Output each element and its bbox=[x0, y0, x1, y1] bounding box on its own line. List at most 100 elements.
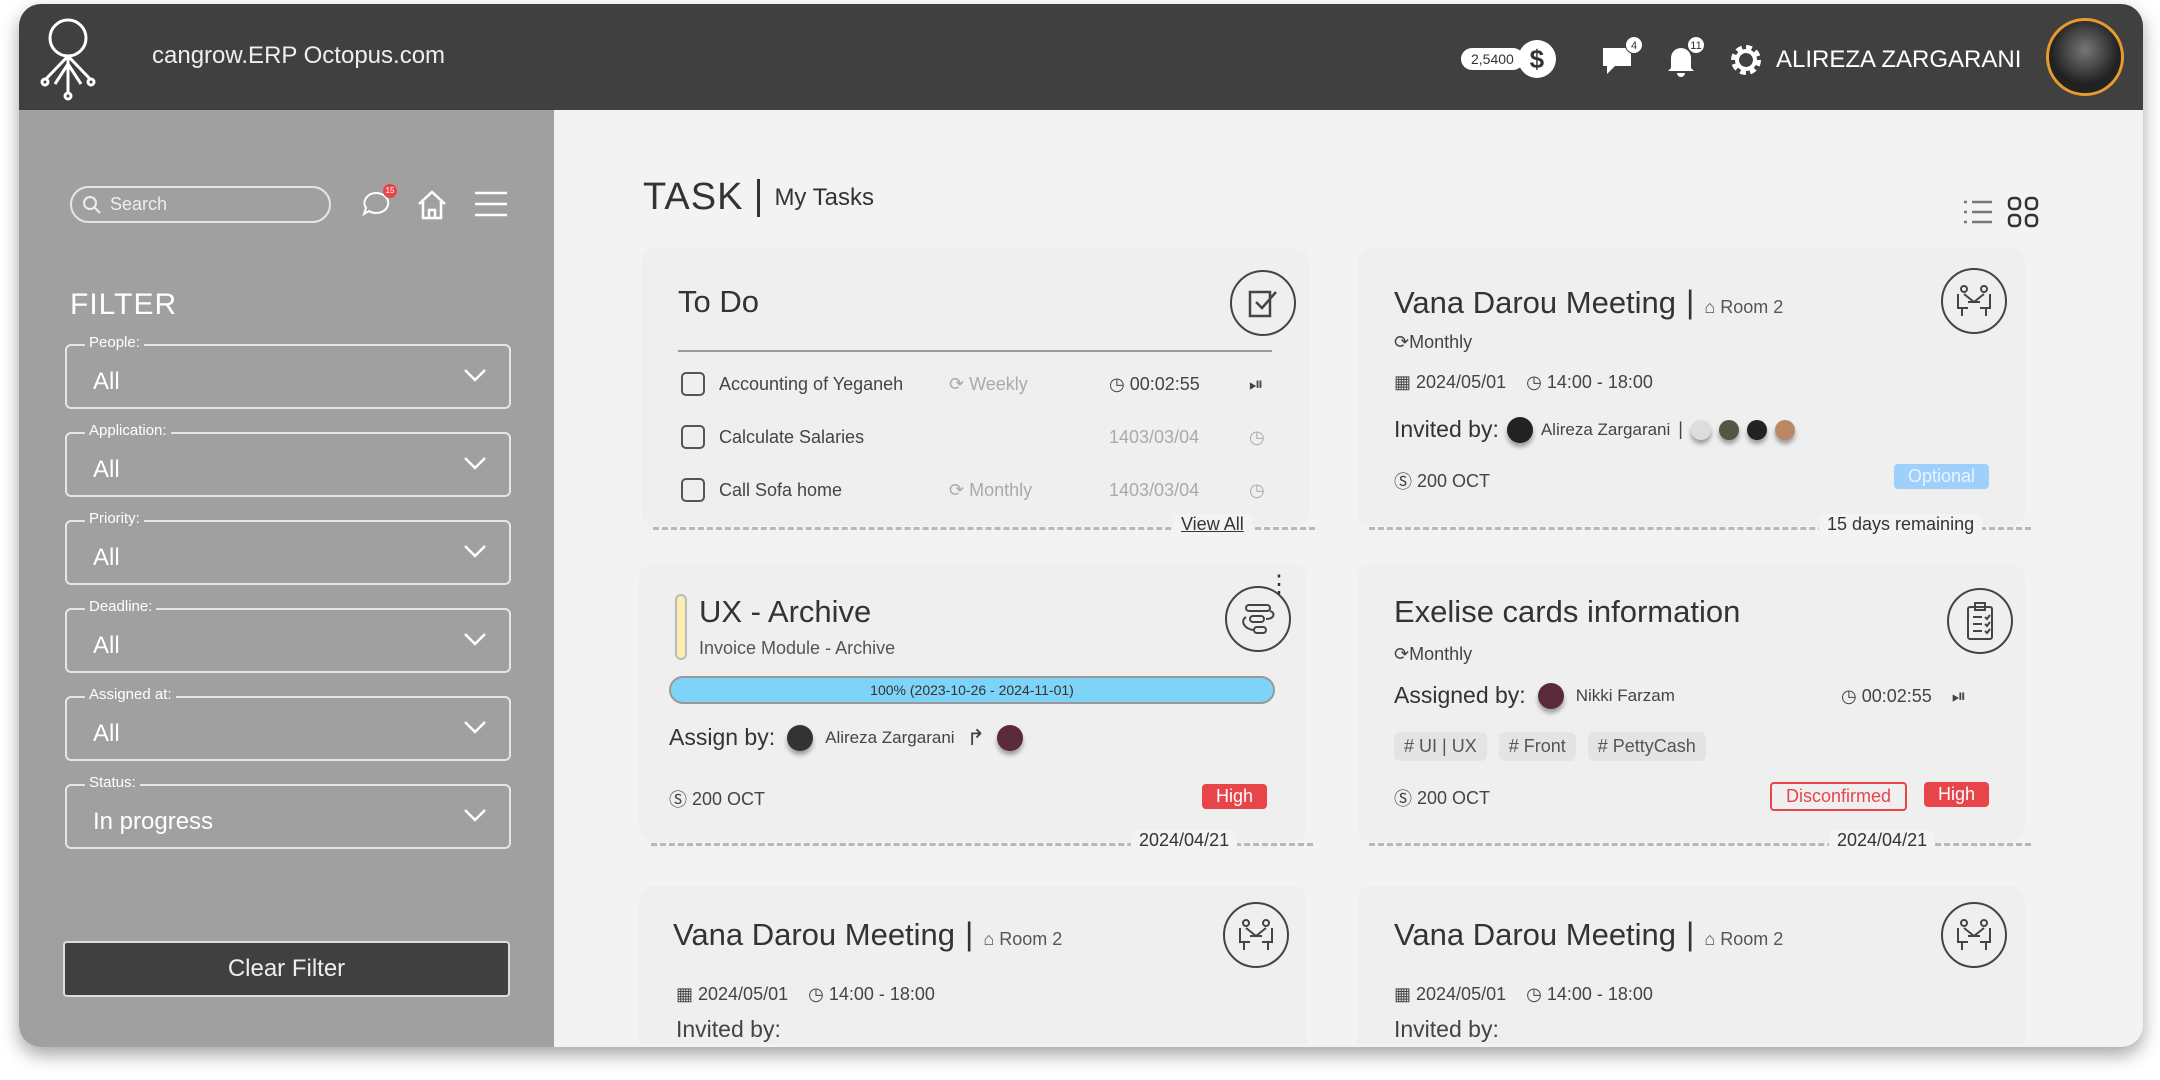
avatar[interactable] bbox=[1718, 419, 1739, 440]
notifications-badge: 11 bbox=[1687, 36, 1705, 54]
meeting-card[interactable]: Vana Darou Meeting | ⌂ Room 2 ▦ 2024/05/01… bbox=[639, 886, 1307, 1044]
messages-button[interactable]: 4 bbox=[1599, 36, 1643, 80]
color-marker bbox=[675, 594, 687, 660]
chevron-down-icon bbox=[464, 545, 486, 558]
progress-text: 100% (2023-10-26 - 2024-11-01) bbox=[870, 682, 1074, 698]
search-input[interactable]: Search bbox=[70, 186, 331, 223]
chat-button[interactable]: 15 bbox=[359, 184, 397, 222]
forward-arrow-icon: ↱ bbox=[966, 724, 985, 750]
balance-widget[interactable]: 2,5400 $ bbox=[1461, 40, 1556, 78]
checkbox[interactable] bbox=[681, 478, 705, 502]
avatar[interactable] bbox=[787, 724, 814, 751]
chevron-down-icon bbox=[464, 633, 486, 646]
card-title: Vana Darou Meeting bbox=[1394, 285, 1677, 320]
card-title: Vana Darou Meeting bbox=[1394, 917, 1677, 952]
tag-label: UI | UX bbox=[1419, 736, 1477, 756]
repeat-label: Monthly bbox=[1409, 644, 1473, 664]
card-title: Exelise cards information bbox=[1394, 594, 1741, 629]
item-name: Call Sofa home bbox=[719, 479, 843, 500]
dollar-icon: $ bbox=[1517, 40, 1556, 78]
invited-label: Invited by: bbox=[1394, 416, 1499, 442]
date-label: 2024/04/21 bbox=[1829, 830, 1936, 851]
deadline-select[interactable]: Deadline: All bbox=[65, 598, 511, 673]
status-select[interactable]: Status: In progress bbox=[65, 774, 511, 849]
checkbox[interactable] bbox=[681, 425, 705, 449]
price-value: 200 OCT bbox=[1417, 787, 1491, 808]
todo-item[interactable]: Accounting of Yeganeh ⟳ Weekly ◷ 00:02:55 ⏯ bbox=[681, 372, 1291, 396]
select-value: All bbox=[93, 368, 120, 395]
meeting-card[interactable]: Vana Darou Meeting | ⌂ Room 2 ⟳ Monthly ▦ … bbox=[1357, 248, 2031, 535]
grid-view-icon[interactable] bbox=[2007, 196, 2039, 228]
select-value: All bbox=[93, 456, 120, 483]
application-select[interactable]: Application: All bbox=[65, 422, 511, 497]
user-name[interactable]: ALIREZA ZARGARANI bbox=[1776, 46, 2021, 74]
more-menu-icon[interactable]: ⋮ bbox=[1267, 573, 1291, 597]
avatar[interactable] bbox=[1537, 682, 1564, 709]
avatar[interactable] bbox=[1690, 419, 1711, 440]
assigner-name: Nikki Farzam bbox=[1575, 685, 1675, 705]
app-window: cangrow.ERP Octopus.com 2,5400 $ 4 11 ALI… bbox=[19, 4, 2143, 1047]
repeat-label: Monthly bbox=[1409, 332, 1473, 352]
date-value: 2024/05/01 bbox=[698, 984, 789, 1004]
checkbox-icon bbox=[1230, 270, 1296, 336]
people-select[interactable]: People: All bbox=[65, 334, 511, 409]
clear-filter-button[interactable]: Clear Filter bbox=[63, 941, 510, 997]
user-avatar[interactable] bbox=[2046, 18, 2124, 96]
balance-amount: 2,5400 bbox=[1461, 48, 1524, 70]
assign-label: Assign by: bbox=[669, 724, 776, 750]
card-header: Vana Darou Meeting | ⌂ Room 2 bbox=[673, 916, 1062, 953]
select-label: People: bbox=[85, 334, 144, 351]
priority-select[interactable]: Priority: All bbox=[65, 510, 511, 585]
date-value: 2024/05/01 bbox=[1416, 984, 1507, 1004]
list-view-icon[interactable] bbox=[1962, 198, 1994, 226]
menu-icon[interactable] bbox=[474, 190, 508, 218]
assigned-at-select[interactable]: Assigned at: All bbox=[65, 686, 511, 761]
separator: | bbox=[1678, 419, 1683, 439]
time-value: 14:00 - 18:00 bbox=[1546, 372, 1653, 392]
clock-icon: ◷ bbox=[1249, 426, 1265, 447]
tag[interactable]: # PettyCash bbox=[1587, 732, 1706, 761]
avatar[interactable] bbox=[997, 724, 1023, 751]
play-pause-icon[interactable]: ⏯ bbox=[1952, 686, 1966, 707]
meeting-card[interactable]: Vana Darou Meeting | ⌂ Room 2 ▦ 2024/05/01… bbox=[1357, 886, 2025, 1044]
todo-item[interactable]: Calculate Salaries 1403/03/04 ◷ bbox=[681, 425, 1291, 449]
play-pause-icon[interactable]: ⏯ bbox=[1249, 374, 1263, 395]
home-icon[interactable] bbox=[415, 188, 449, 222]
card-footer: View All bbox=[653, 514, 1315, 535]
task-card[interactable]: Exelise cards information ⟳ Monthly Assi… bbox=[1357, 564, 2031, 851]
tag-label: PettyCash bbox=[1612, 736, 1696, 756]
avatar[interactable] bbox=[1746, 419, 1767, 440]
invited-row: Invited by: Alireza Zargarani | bbox=[1394, 416, 1795, 443]
checkbox[interactable] bbox=[681, 372, 705, 396]
clipboard-icon bbox=[1947, 588, 2013, 654]
settings-button[interactable] bbox=[1726, 40, 1766, 80]
search-icon bbox=[83, 195, 101, 214]
view-all-link[interactable]: View All bbox=[1173, 514, 1252, 535]
avatar[interactable] bbox=[1506, 416, 1533, 443]
page-title: TASK My Tasks bbox=[643, 176, 874, 219]
subtitle-text: My Tasks bbox=[774, 183, 875, 211]
project-card[interactable]: UX - Archive Invoice Module - Archive 10… bbox=[639, 564, 1313, 851]
timer: ◷ 00:02:55 ⏯ bbox=[1841, 686, 1967, 707]
time-value: 14:00 - 18:00 bbox=[1546, 984, 1653, 1004]
price: Ⓢ 200 OCT bbox=[669, 788, 766, 811]
chevron-down-icon bbox=[464, 809, 486, 822]
separator: | bbox=[1686, 916, 1695, 952]
tag[interactable]: # UI | UX bbox=[1394, 732, 1487, 761]
due-date: 1403/03/04 bbox=[1109, 426, 1200, 447]
assign-row: Assign by: Alireza Zargarani ↱ bbox=[669, 724, 1023, 751]
room: ⌂ Room 2 bbox=[1704, 297, 1784, 317]
room: ⌂ Room 2 bbox=[983, 929, 1063, 949]
meeting-icon bbox=[1223, 902, 1289, 968]
tag[interactable]: # Front bbox=[1498, 732, 1576, 761]
time: ◷ 14:00 - 18:00 bbox=[1526, 372, 1653, 392]
filter-heading: FILTER bbox=[70, 288, 178, 321]
brand-name: cangrow.ERP Octopus.com bbox=[152, 42, 446, 69]
schedule: ▦ 2024/05/01 ◷ 14:00 - 18:00 bbox=[676, 984, 935, 1004]
chevron-down-icon bbox=[464, 457, 486, 470]
todo-item[interactable]: Call Sofa home ⟳ Monthly 1403/03/04 ◷ bbox=[681, 478, 1291, 502]
select-label: Deadline: bbox=[85, 598, 157, 615]
notifications-button[interactable]: 11 bbox=[1661, 36, 1705, 80]
todo-card: To Do Accounting of Yeganeh ⟳ Weekly ◷ 00:… bbox=[641, 248, 1315, 535]
avatar[interactable] bbox=[1774, 419, 1795, 440]
